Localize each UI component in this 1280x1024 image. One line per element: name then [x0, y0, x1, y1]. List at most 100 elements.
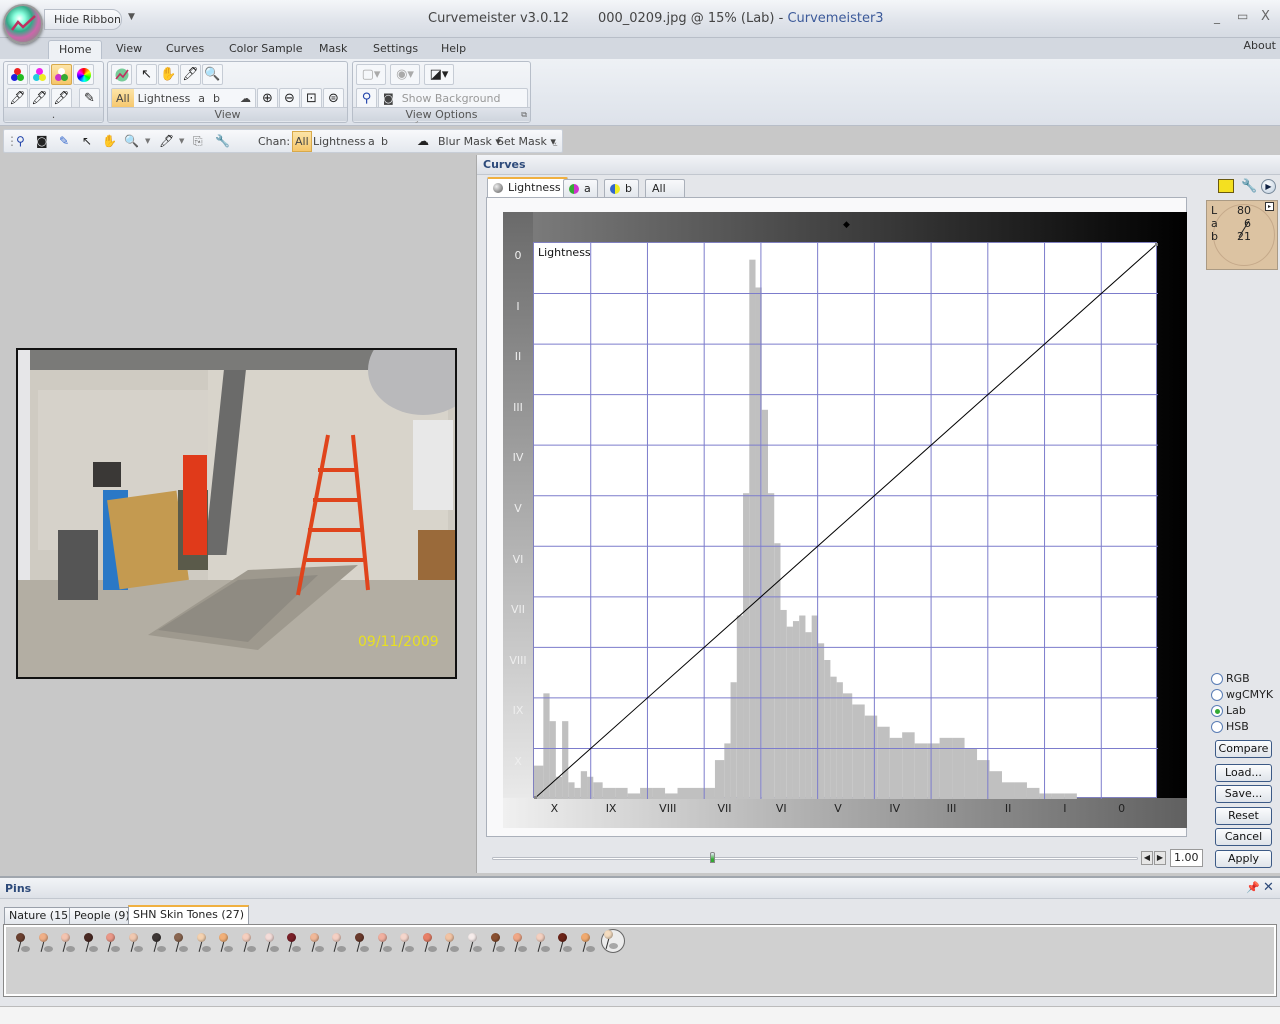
mask-dropdown-icon[interactable]: ◉▾	[390, 64, 420, 85]
white-eyedropper-icon[interactable]: 🖊	[29, 88, 50, 109]
hand-tool-icon[interactable]: ✋	[102, 132, 117, 151]
color-pin[interactable]	[466, 933, 482, 957]
note-icon[interactable]	[1218, 179, 1234, 193]
radio-lab[interactable]: Lab	[1211, 704, 1246, 717]
color-pin[interactable]	[579, 933, 595, 957]
pin-tool-icon[interactable]: ⚲	[356, 88, 377, 109]
tab-mask[interactable]: Mask	[309, 40, 357, 60]
pins-tab-skin-tones[interactable]: SHN Skin Tones (27)	[128, 905, 249, 926]
load-button[interactable]: Load...	[1215, 764, 1272, 782]
color-pin[interactable]	[104, 933, 121, 957]
mask-icon[interactable]: ◙	[36, 132, 48, 151]
color-pin[interactable]	[511, 933, 528, 957]
gray-eyedropper-icon[interactable]: 🖊	[51, 88, 72, 109]
hsb-channels-icon[interactable]	[73, 64, 94, 85]
color-pin[interactable]	[14, 933, 30, 957]
expand-sample-icon[interactable]: ▸	[1265, 202, 1274, 211]
curves-logo-icon[interactable]	[111, 64, 132, 85]
image-preview[interactable]: 09/11/2009	[16, 348, 457, 679]
black-eyedropper-icon[interactable]: 🖊	[7, 88, 28, 109]
zoom-fit-icon[interactable]: ⊡	[301, 88, 322, 109]
color-pin[interactable]	[240, 933, 256, 957]
color-pin[interactable]	[285, 933, 302, 957]
cancel-button[interactable]: Cancel	[1215, 828, 1272, 846]
color-sample-readout[interactable]: L a b 80 6 21 ▸	[1206, 200, 1278, 270]
blur-mask-icon[interactable]: ☁	[236, 89, 255, 108]
curve-plot-svg[interactable]	[534, 243, 1158, 799]
hand-tool-icon[interactable]: ✋	[158, 64, 179, 85]
color-pin[interactable]	[127, 933, 143, 957]
about-link[interactable]: About	[1243, 39, 1276, 52]
toolbar-channel-b[interactable]: b	[381, 132, 388, 151]
eyedropper-tool-icon[interactable]: 🖊	[180, 64, 201, 85]
set-mask-dropdown[interactable]: Set Mask ▾	[497, 132, 556, 151]
color-pin[interactable]	[59, 933, 76, 957]
color-pin[interactable]	[217, 933, 234, 957]
pointer-tool-icon[interactable]: ↖	[136, 64, 157, 85]
cmyk-channels-icon[interactable]	[29, 64, 50, 85]
channel-all[interactable]: All	[112, 89, 134, 108]
color-pin[interactable]	[443, 933, 460, 957]
tab-help[interactable]: Help	[431, 40, 476, 60]
color-pin[interactable]	[150, 933, 166, 957]
background-dropdown-icon[interactable]: ▢▾	[356, 64, 386, 85]
zoom-out-icon[interactable]: ⊖	[279, 88, 300, 109]
magic-wand-icon[interactable]: ✎	[79, 88, 100, 109]
close-icon[interactable]: ✕	[1263, 880, 1274, 895]
toolbar-channel-all[interactable]: All	[292, 131, 312, 152]
rgb-channels-icon[interactable]	[7, 64, 28, 85]
color-pin[interactable]	[37, 933, 53, 957]
sample-marker-icon[interactable]: ◆	[843, 220, 850, 230]
app-menu-button[interactable]	[3, 4, 43, 44]
channel-lightness[interactable]: Lightness	[134, 89, 195, 108]
slider-track[interactable]	[492, 857, 1138, 860]
zoom-in-icon[interactable]: ⊕	[257, 88, 278, 109]
radio-wgcmyk[interactable]: wgCMYK	[1211, 688, 1273, 701]
color-pin[interactable]	[263, 933, 279, 957]
tab-curves[interactable]: Curves	[156, 40, 214, 60]
apply-button[interactable]: Apply	[1215, 850, 1272, 868]
tab-view[interactable]: View	[106, 40, 152, 60]
slider-thumb[interactable]	[709, 852, 715, 863]
channel-b[interactable]: b	[209, 89, 224, 108]
eyedropper-dropdown-icon[interactable]: ▼	[179, 132, 184, 151]
minimize-button[interactable]: _	[1214, 10, 1220, 24]
wrench-icon[interactable]: 🔧	[215, 132, 230, 151]
zoom-tool-icon[interactable]: 🔍	[124, 132, 139, 151]
color-pin[interactable]	[534, 933, 550, 957]
lab-channels-icon[interactable]	[51, 64, 72, 85]
slider-left-arrow-icon[interactable]: ◀	[1141, 851, 1153, 865]
eyedropper-tool-icon[interactable]: 🖊	[159, 132, 174, 151]
pins-tab-people[interactable]: People (9)	[69, 907, 135, 925]
toolbar-overflow-icon[interactable]: ⩡	[553, 135, 558, 154]
curves-tab-a[interactable]: a	[563, 179, 598, 198]
hide-ribbon-button[interactable]: Hide Ribbon	[44, 9, 122, 30]
color-pin[interactable]	[172, 933, 189, 957]
color-pin[interactable]	[82, 933, 98, 957]
quick-access-dropdown-icon[interactable]: ▼	[128, 12, 135, 22]
pointer-tool-icon[interactable]: ↖	[82, 132, 92, 151]
zoom-dropdown-icon[interactable]: ▼	[145, 132, 150, 151]
magic-wand-icon[interactable]: ✎	[59, 132, 69, 151]
color-pin[interactable]	[398, 933, 415, 957]
tab-color-sample[interactable]: Color Sample	[219, 40, 312, 60]
toolbar-channel-a[interactable]: a	[368, 132, 375, 151]
dialog-launcher-icon[interactable]: ⧉	[521, 110, 527, 120]
radio-rgb[interactable]: RGB	[1211, 672, 1250, 685]
color-pin[interactable]	[489, 933, 505, 957]
tab-home[interactable]: Home	[48, 40, 103, 60]
wrench-icon[interactable]: 🔧	[1241, 179, 1257, 194]
close-button[interactable]: X	[1261, 9, 1270, 24]
slider-right-arrow-icon[interactable]: ▶	[1154, 851, 1166, 865]
pushpin-icon[interactable]: 📌	[1246, 881, 1260, 894]
color-pin[interactable]	[353, 933, 369, 957]
reset-button[interactable]: Reset	[1215, 807, 1272, 825]
toolbar-channel-lightness[interactable]: Lightness	[313, 132, 366, 151]
gamma-slider[interactable]	[486, 848, 1146, 868]
color-pin[interactable]	[600, 929, 625, 953]
zoom-actual-icon[interactable]: ⊜	[323, 88, 344, 109]
maximize-button[interactable]: ▭	[1237, 9, 1248, 23]
pin-tool-icon[interactable]: ⚲	[16, 132, 25, 151]
color-pin[interactable]	[421, 933, 437, 957]
color-pin[interactable]	[376, 933, 392, 957]
